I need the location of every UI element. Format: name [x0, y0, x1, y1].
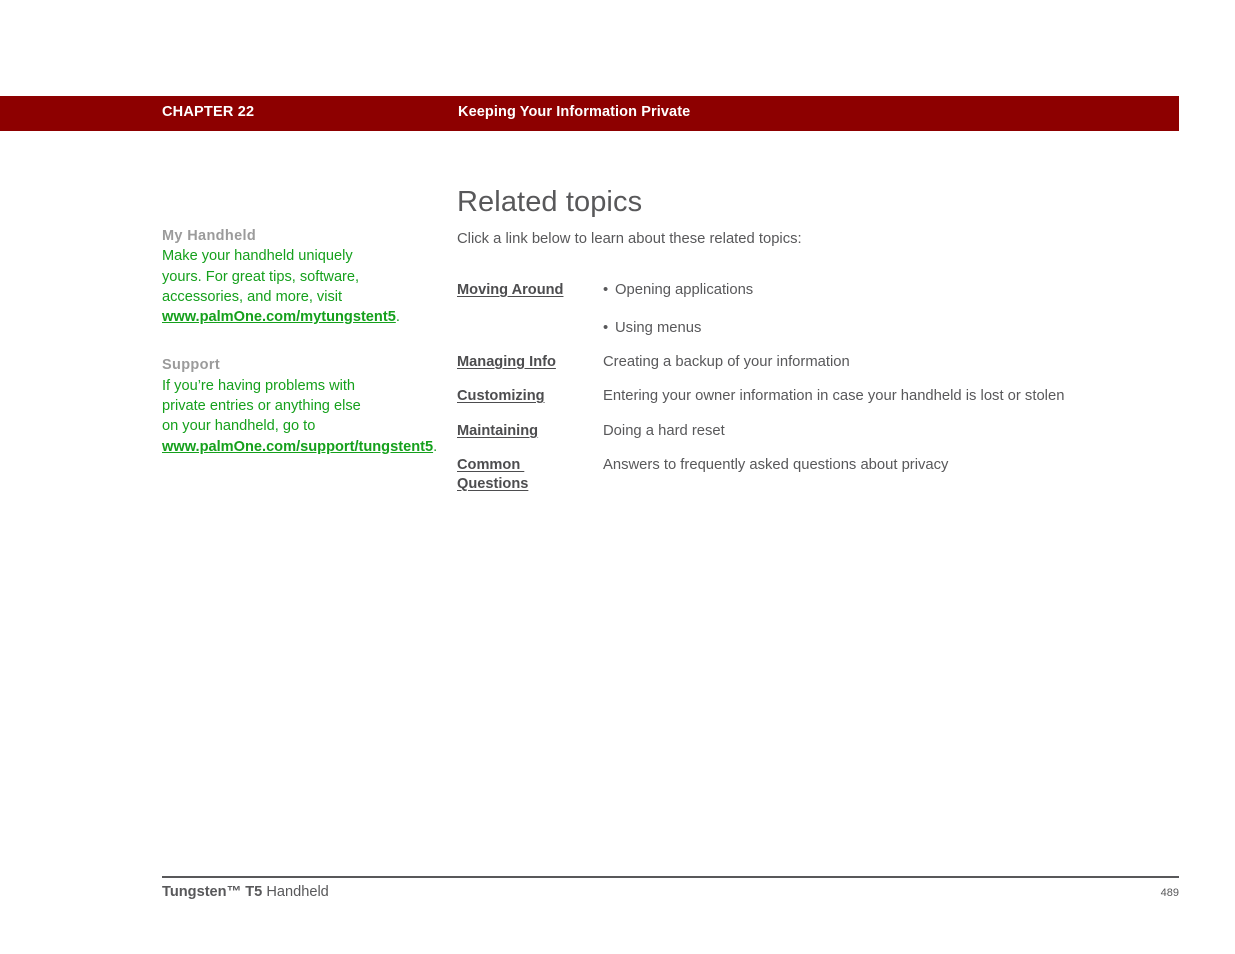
- topic-row: Maintaining Doing a hard reset: [457, 422, 1179, 456]
- sidebar-period-support: .: [433, 438, 438, 455]
- chapter-title: Keeping Your Information Private: [458, 104, 691, 120]
- sidebar-heading-support: Support: [162, 357, 221, 374]
- footer: Tungsten™ T5 Handheld 489: [162, 884, 1179, 900]
- bullet-icon: •: [603, 282, 609, 298]
- topic-description: Creating a backup of your information: [603, 354, 850, 370]
- topic-description-cell: • Opening applications • Using menus: [603, 281, 1179, 337]
- bullet-text: Opening applications: [615, 282, 754, 298]
- chapter-number: CHAPTER 22: [162, 104, 255, 120]
- topic-row: Managing Info Creating a backup of your …: [457, 353, 1179, 387]
- chapter-header-bar: CHAPTER 22 Keeping Your Information Priv…: [0, 96, 1179, 131]
- related-topics-list: Moving Around • Opening applications • U…: [457, 281, 1179, 493]
- sidebar-link-my-handheld[interactable]: www.palmOne.com/mytungstent5: [162, 309, 396, 325]
- topic-description: Answers to frequently asked questions ab…: [603, 457, 949, 473]
- topic-description: Entering your owner information in case …: [603, 388, 1065, 404]
- topic-row: Customizing Entering your owner informat…: [457, 387, 1179, 422]
- sidebar-block-support: Support If you’re having problems with p…: [162, 355, 437, 457]
- topic-link-cell: Customizing: [457, 387, 603, 406]
- topic-description: Doing a hard reset: [603, 423, 725, 439]
- sidebar-block-my-handheld: My Handheld Make your handheld uniquely …: [162, 226, 400, 327]
- bullet-icon: •: [603, 320, 609, 336]
- footer-product-suffix: Handheld: [262, 884, 329, 900]
- list-item: • Using menus: [603, 319, 1179, 337]
- topic-description-cell: Creating a backup of your information: [603, 353, 1179, 371]
- page-number: 489: [1160, 887, 1179, 899]
- topic-link-common-questions[interactable]: Common Questions: [457, 457, 528, 492]
- main-content: Related topics Click a link below to lea…: [457, 185, 1179, 249]
- topic-link-cell: Common Questions: [457, 456, 603, 493]
- topic-row: Common Questions Answers to frequently a…: [457, 456, 1179, 493]
- bullet-text: Using menus: [615, 320, 702, 336]
- sidebar-heading-my-handheld: My Handheld: [162, 228, 257, 244]
- topic-link-moving-around[interactable]: Moving Around: [457, 282, 563, 298]
- sidebar-text-support: If you’re having problems with private e…: [162, 377, 361, 435]
- list-item: • Opening applications: [603, 281, 1179, 299]
- topic-link-cell: Maintaining: [457, 422, 603, 441]
- topic-row: Moving Around • Opening applications • U…: [457, 281, 1179, 353]
- sidebar-body-support: If you’re having problems with private e…: [162, 376, 437, 457]
- sidebar-body-my-handheld: Make your handheld uniquely yours. For g…: [162, 246, 400, 327]
- sidebar: My Handheld Make your handheld uniquely …: [162, 226, 437, 485]
- footer-divider: [162, 876, 1179, 878]
- topic-description-cell: Doing a hard reset: [603, 422, 1179, 440]
- topic-link-cell: Managing Info: [457, 353, 603, 372]
- topic-link-cell: Moving Around: [457, 281, 603, 300]
- footer-brand: Tungsten™ T5: [162, 884, 263, 900]
- intro-text: Click a link below to learn about these …: [457, 231, 802, 247]
- topic-description-cell: Answers to frequently asked questions ab…: [603, 456, 1179, 474]
- sidebar-link-support[interactable]: www.palmOne.com/support/tungstent5: [162, 439, 433, 455]
- topic-link-customizing[interactable]: Customizing: [457, 388, 545, 404]
- topic-link-managing-info[interactable]: Managing Info: [457, 354, 556, 370]
- topic-link-maintaining[interactable]: Maintaining: [457, 423, 538, 439]
- topic-description-cell: Entering your owner information in case …: [603, 387, 1179, 405]
- sidebar-period-my-handheld: .: [395, 309, 400, 326]
- page-title: Related topics: [457, 186, 643, 218]
- sidebar-text-my-handheld: Make your handheld uniquely yours. For g…: [162, 248, 360, 305]
- footer-product-name: Tungsten™ T5 Handheld: [162, 884, 329, 900]
